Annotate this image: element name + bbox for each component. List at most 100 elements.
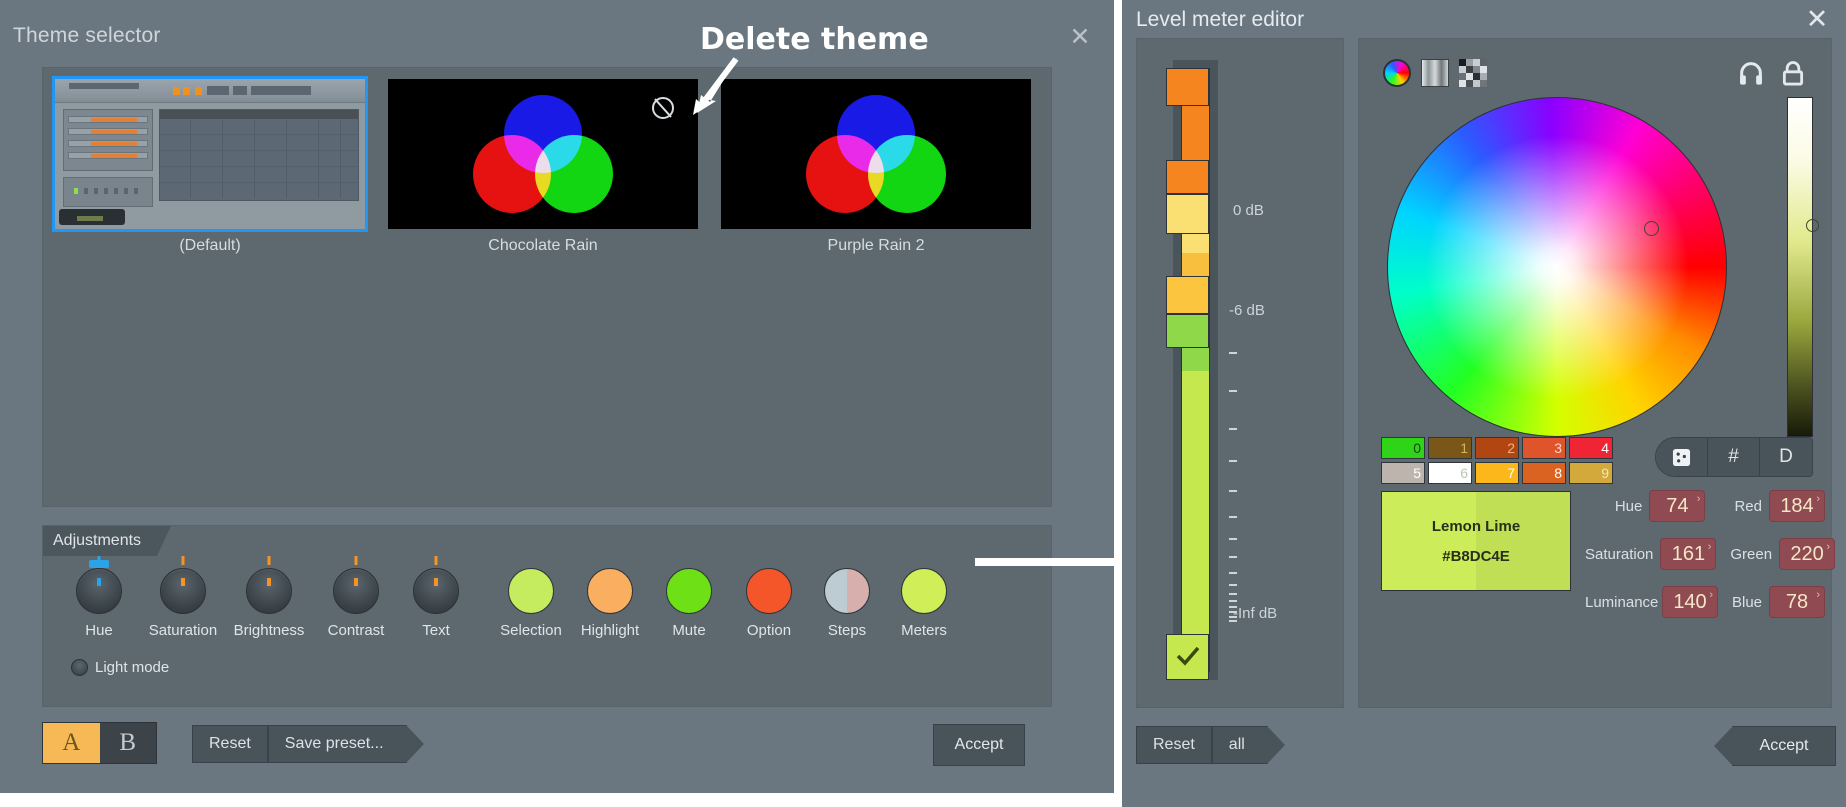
theme-gallery: (Default) Chocolate Rain Purple Rain 2: [42, 67, 1052, 507]
palette-index: 7: [1507, 465, 1515, 481]
field-row: Saturation 161 Green 220: [1585, 535, 1836, 573]
knob-text[interactable]: Text: [388, 556, 484, 639]
color-meters[interactable]: Meters: [876, 568, 972, 639]
palette-cell[interactable]: 4: [1569, 437, 1613, 459]
meter-scale: 0 dB -6 dB -Inf dB: [1229, 60, 1339, 680]
headphones-glyph: [1740, 62, 1762, 85]
preset-actions: Reset Save preset...: [192, 725, 424, 763]
reset-actions: Reset all: [1136, 726, 1285, 764]
palette-cell[interactable]: 5: [1381, 462, 1425, 484]
ab-compare-group[interactable]: A B: [42, 722, 157, 764]
reset-button[interactable]: Reset: [192, 725, 268, 763]
palette-cell[interactable]: 0: [1381, 437, 1425, 459]
save-preset-button[interactable]: Save preset...: [267, 725, 424, 763]
saturation-field[interactable]: 161: [1660, 538, 1717, 570]
luminance-cursor[interactable]: [1806, 219, 1819, 232]
palette-index: 1: [1460, 440, 1468, 456]
theme-card-default[interactable]: (Default): [52, 76, 368, 254]
palette-cell[interactable]: 7: [1475, 462, 1519, 484]
light-mode-toggle[interactable]: Light mode: [71, 659, 169, 676]
color-swatch[interactable]: [508, 568, 554, 614]
red-label: Red: [1734, 497, 1762, 515]
theme-thumbnail[interactable]: [721, 79, 1031, 229]
radio-icon[interactable]: [71, 659, 88, 676]
saturation-label: Saturation: [1585, 545, 1654, 563]
headphones-icon[interactable]: [1737, 59, 1765, 87]
palette-cell[interactable]: 3: [1522, 437, 1566, 459]
luminance-label: Luminance: [1585, 593, 1659, 611]
palette-cell[interactable]: 8: [1522, 462, 1566, 484]
palette-index: 8: [1554, 465, 1562, 481]
light-mode-label: Light mode: [95, 659, 170, 676]
knob-dial-icon[interactable]: [76, 556, 122, 614]
meter-stop-handle[interactable]: [1166, 276, 1209, 314]
meter-bottom-check[interactable]: [1166, 634, 1209, 680]
gradient-strip-icon[interactable]: [1421, 59, 1449, 87]
theme-selector-window: Theme selector ✕ (Default) Chocolate Rai…: [0, 0, 1114, 793]
blue-label: Blue: [1732, 593, 1763, 611]
palette-cell[interactable]: 1: [1428, 437, 1472, 459]
reset-button[interactable]: Reset: [1136, 726, 1212, 764]
color-swatch[interactable]: [746, 568, 792, 614]
lock-icon[interactable]: [1779, 59, 1807, 87]
color-wheel-icon[interactable]: [1383, 59, 1411, 87]
randomize-dice-button[interactable]: [1656, 438, 1708, 476]
page-title: Theme selector: [13, 24, 161, 47]
default-button[interactable]: D: [1760, 438, 1812, 476]
current-color-display[interactable]: Lemon Lime #B8DC4E: [1381, 491, 1571, 591]
color-picker-panel: 0 1 2 3 4 5 6 7 8 9 # D Lemon Lime #B8DC…: [1358, 38, 1836, 708]
meter-stop-handle[interactable]: [1166, 160, 1209, 194]
color-half-overlay: [1476, 492, 1570, 590]
rgb-venn-preview: [473, 95, 613, 213]
close-icon[interactable]: ✕: [1068, 24, 1092, 50]
knob-hue[interactable]: Hue: [51, 556, 147, 639]
close-icon[interactable]: ✕: [1804, 6, 1830, 34]
meter-stop-handle[interactable]: [1166, 68, 1209, 106]
accept-button[interactable]: Accept: [1714, 726, 1836, 766]
theme-thumbnail[interactable]: [388, 79, 698, 229]
blue-field[interactable]: 78: [1769, 586, 1826, 618]
theme-card-purple-rain-2[interactable]: Purple Rain 2: [721, 79, 1031, 254]
palette-cell[interactable]: 6: [1428, 462, 1472, 484]
swatch-grid-icon[interactable]: [1459, 59, 1487, 87]
palette-cell[interactable]: 9: [1569, 462, 1613, 484]
color-wheel-cursor[interactable]: [1644, 221, 1659, 236]
color-value-fields: Hue 74 Red 184 Saturation 161 Green 220 …: [1585, 487, 1836, 631]
meter-stop-handle[interactable]: [1166, 314, 1209, 348]
hex-button[interactable]: #: [1708, 438, 1760, 476]
red-field[interactable]: 184: [1769, 490, 1825, 522]
color-swatch[interactable]: [901, 568, 947, 614]
palette-row: 0 1 2 3 4: [1381, 437, 1613, 459]
knob-dial-icon[interactable]: [246, 556, 292, 614]
color-swatch[interactable]: [587, 568, 633, 614]
luminance-slider[interactable]: [1787, 97, 1813, 437]
screen: Theme selector ✕ (Default) Chocolate Rai…: [0, 0, 1846, 807]
color-wheel[interactable]: [1387, 97, 1727, 437]
meter-bar[interactable]: [1181, 68, 1210, 672]
hue-label: Hue: [1614, 497, 1643, 515]
green-field[interactable]: 220: [1779, 538, 1836, 570]
theme-label: Chocolate Rain: [488, 237, 598, 254]
palette-cell[interactable]: 2: [1475, 437, 1519, 459]
luminance-field[interactable]: 140: [1662, 586, 1718, 618]
preset-b-button[interactable]: B: [100, 723, 157, 763]
palette-index: 5: [1413, 465, 1421, 481]
knob-saturation[interactable]: Saturation: [135, 556, 231, 639]
reset-all-button[interactable]: all: [1211, 726, 1285, 764]
theme-card-chocolate-rain[interactable]: Chocolate Rain: [388, 79, 698, 254]
knob-dial-icon[interactable]: [333, 556, 379, 614]
preset-a-button[interactable]: A: [43, 723, 100, 763]
color-swatch[interactable]: [824, 568, 870, 614]
accept-button[interactable]: Accept: [933, 724, 1025, 766]
knob-label: Brightness: [233, 622, 305, 639]
meter-stop-handle[interactable]: [1166, 194, 1209, 234]
theme-thumbnail[interactable]: [52, 76, 368, 232]
knob-dial-icon[interactable]: [160, 556, 206, 614]
dice-icon: [1672, 448, 1691, 466]
adjustments-tab[interactable]: Adjustments: [43, 526, 172, 556]
hue-field[interactable]: 74: [1649, 490, 1706, 522]
knob-dial-icon[interactable]: [413, 556, 459, 614]
knob-brightness[interactable]: Brightness: [221, 556, 317, 639]
color-swatch[interactable]: [666, 568, 712, 614]
delete-theme-icon[interactable]: [652, 97, 674, 119]
